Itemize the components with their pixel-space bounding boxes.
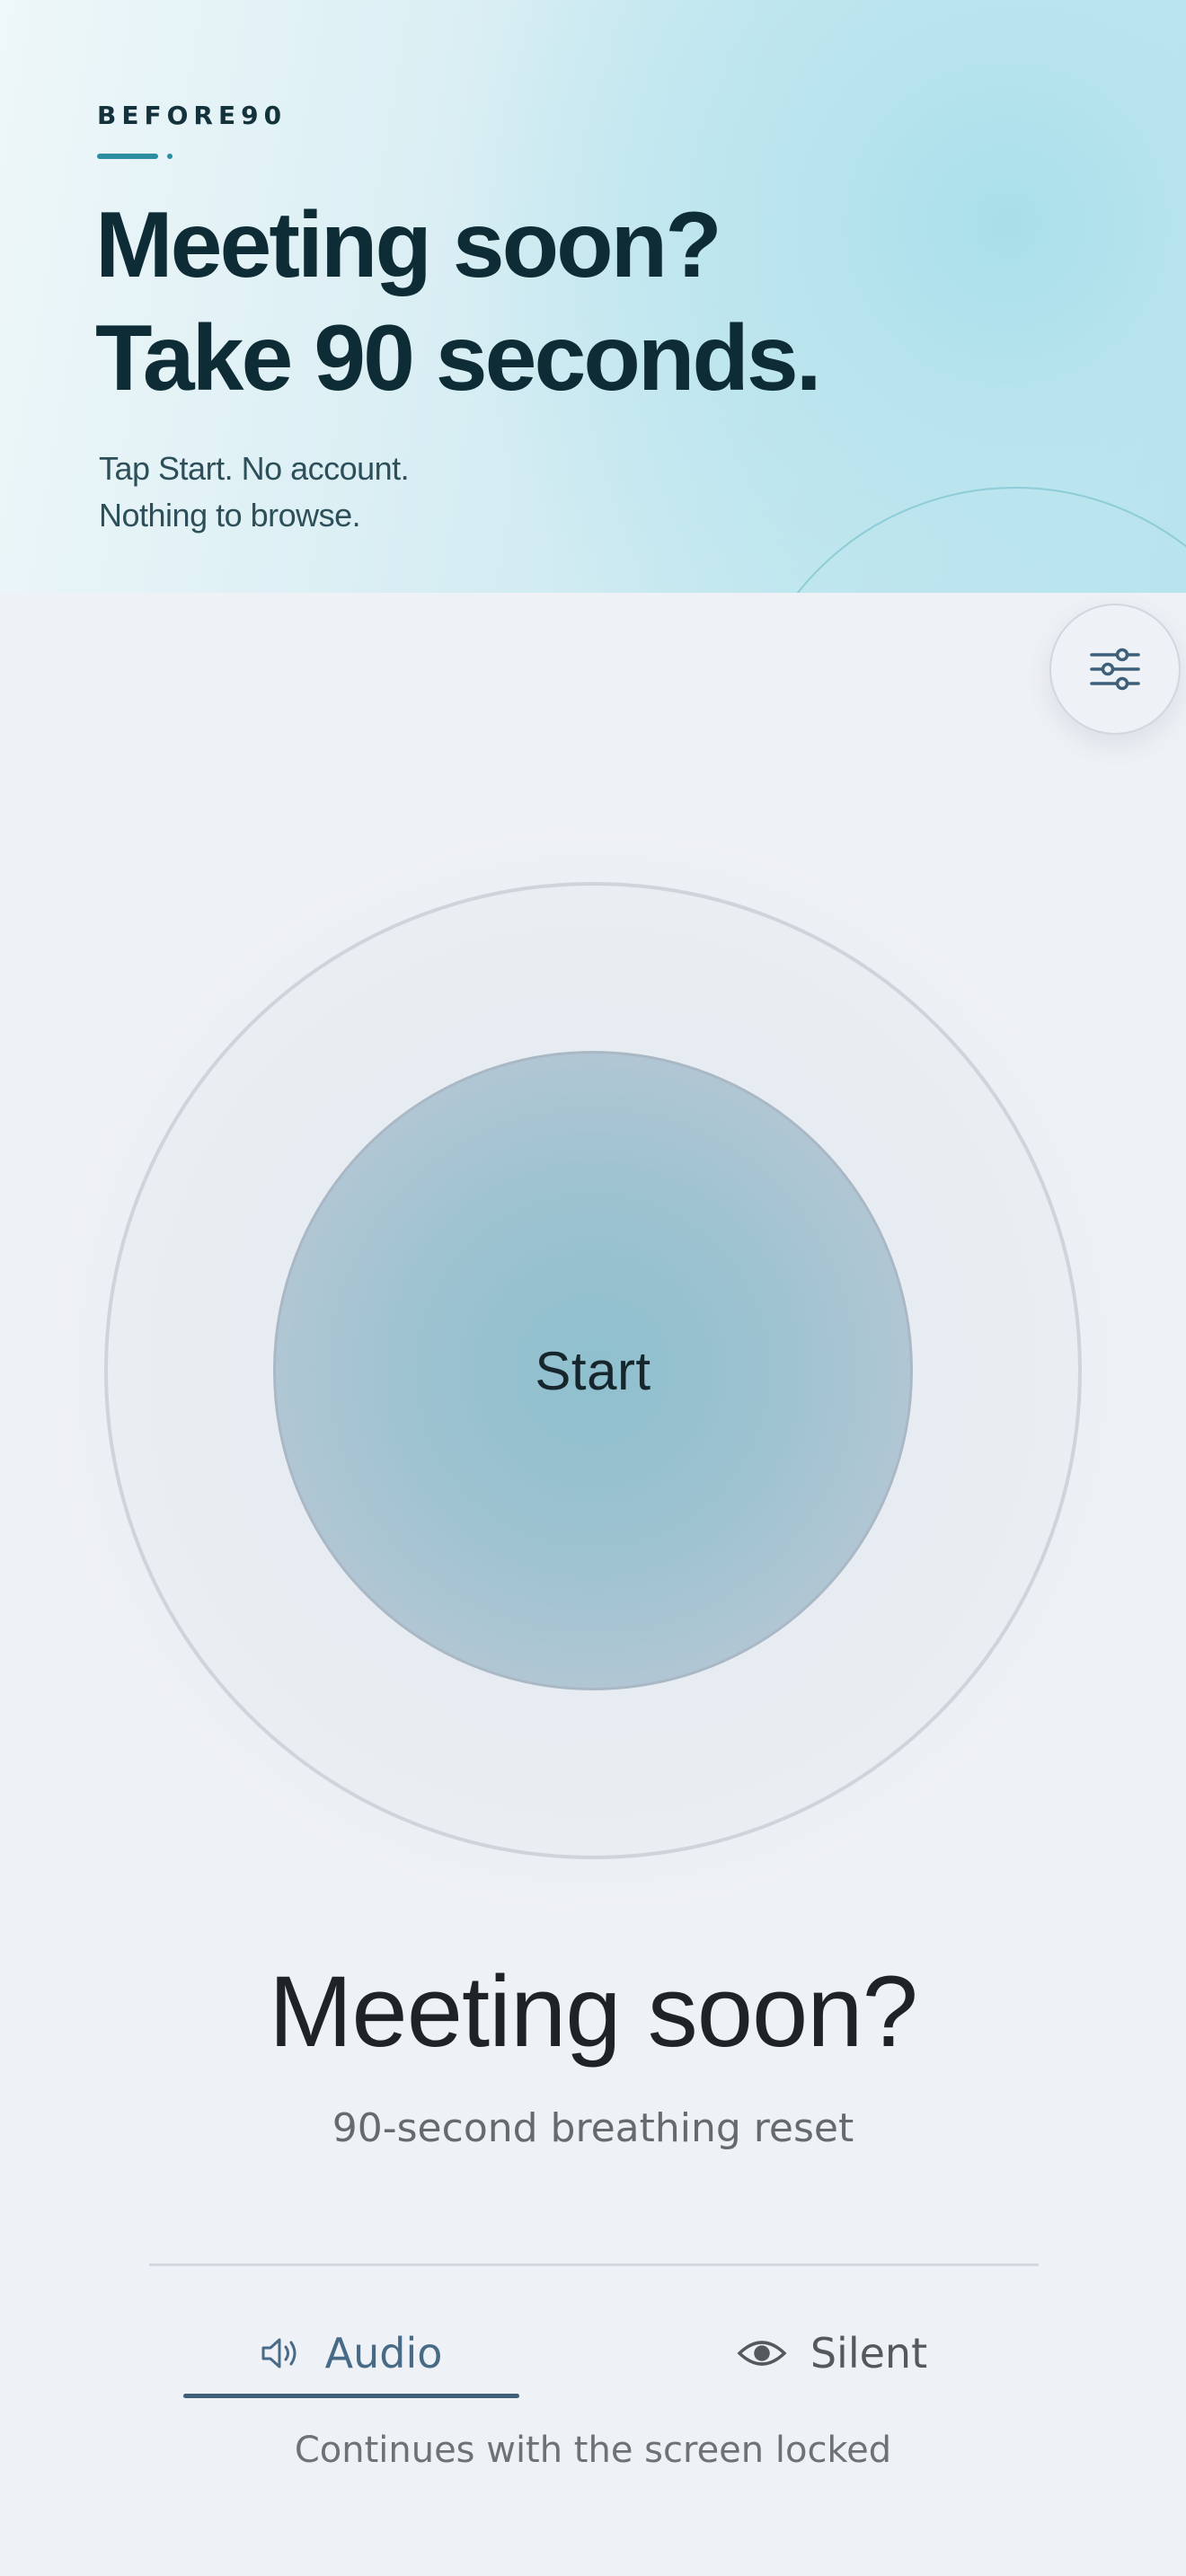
tab-audio-label: Audio: [324, 2329, 443, 2378]
divider: [149, 2263, 1039, 2266]
screen-lock-note: Continues with the screen locked: [294, 2430, 892, 2471]
eye-icon: [737, 2341, 787, 2366]
subline-line-1: Tap Start. No account.: [99, 450, 410, 487]
sliders-icon: [1090, 648, 1140, 691]
active-tab-indicator: [183, 2394, 519, 2398]
decorative-arc: [737, 487, 1186, 593]
session-title: Meeting soon?: [269, 1955, 918, 2068]
subline-line-2: Nothing to browse.: [99, 497, 361, 534]
brand-dot: [167, 154, 173, 159]
headline-line-1: Meeting soon?: [95, 193, 722, 297]
brand-underline: [97, 154, 158, 159]
start-label: Start: [535, 1340, 651, 1401]
start-button[interactable]: Start: [273, 1051, 913, 1690]
tab-audio[interactable]: Audio: [183, 2321, 519, 2386]
speaker-icon: [261, 2338, 296, 2369]
session-subtitle: 90-second breathing reset: [332, 2105, 854, 2151]
tab-silent[interactable]: Silent: [701, 2321, 963, 2386]
brand-logo-text: BEFORE90: [97, 101, 288, 130]
tab-silent-label: Silent: [810, 2329, 928, 2378]
headline-line-2: Take 90 seconds.: [95, 306, 822, 410]
hero-header: BEFORE90 Meeting soon? Take 90 seconds. …: [0, 0, 1186, 593]
settings-button[interactable]: [1049, 604, 1181, 735]
hero-subline: Tap Start. No account. Nothing to browse…: [99, 446, 410, 539]
hero-headline: Meeting soon? Take 90 seconds.: [95, 189, 822, 415]
